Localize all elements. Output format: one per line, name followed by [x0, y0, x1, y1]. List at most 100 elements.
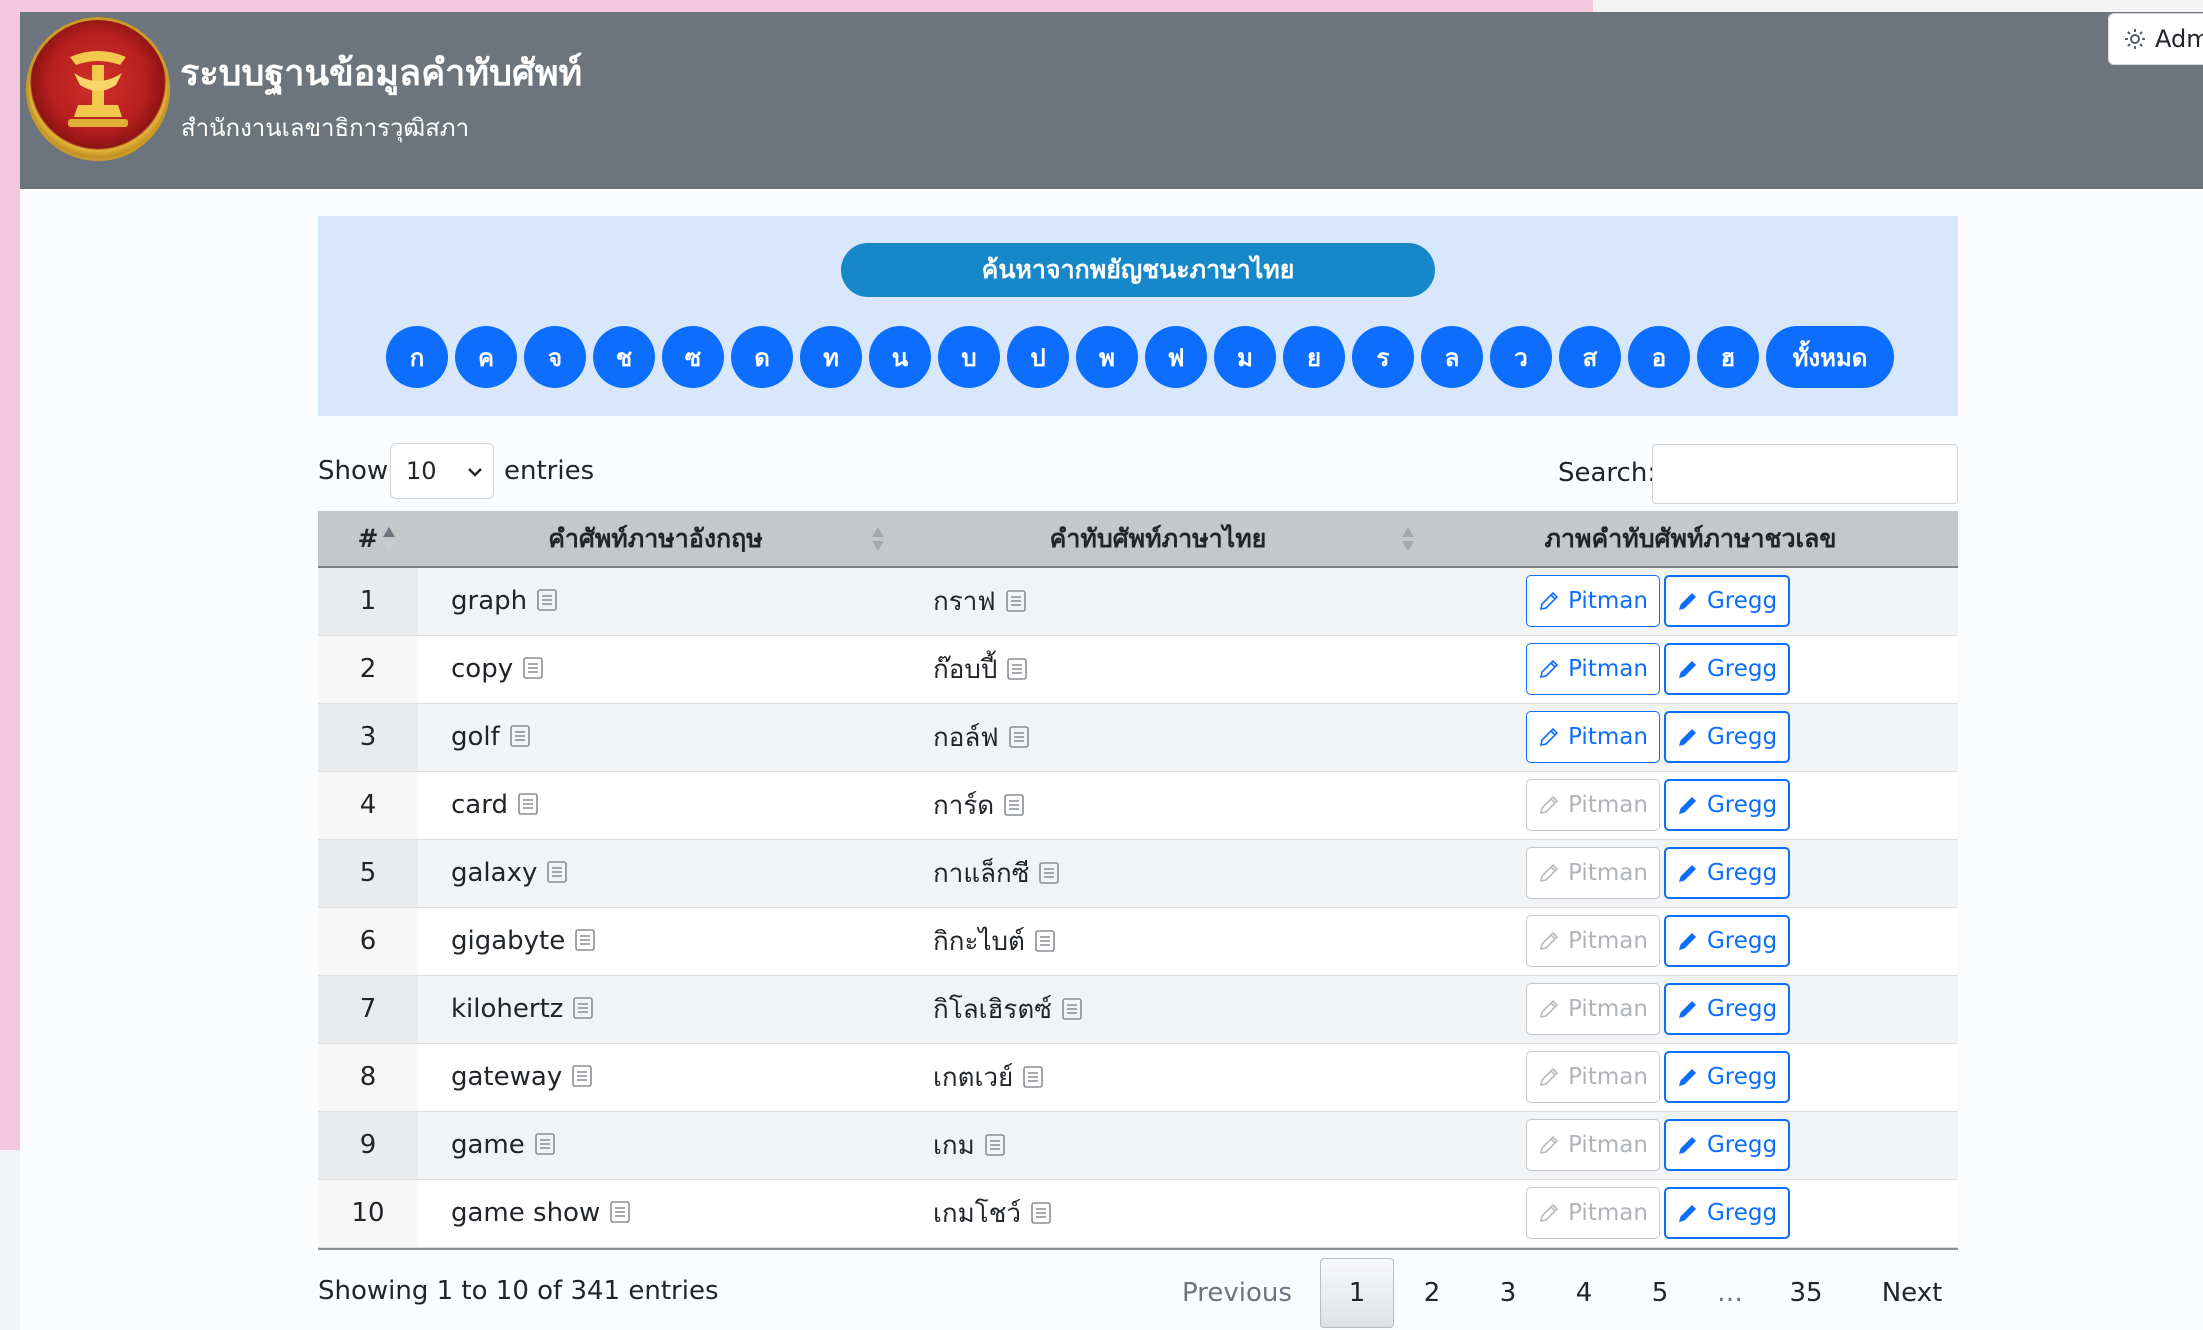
document-icon[interactable] [984, 1133, 1005, 1156]
document-icon[interactable] [1007, 657, 1028, 680]
letter-button[interactable]: ป [1007, 326, 1069, 388]
document-icon[interactable] [1004, 793, 1025, 816]
letter-button[interactable]: พ [1076, 326, 1138, 388]
document-icon[interactable] [523, 657, 543, 679]
page-button[interactable]: 4 [1546, 1258, 1622, 1328]
pencil-icon [1540, 727, 1559, 747]
page-button[interactable]: 1 [1320, 1257, 1394, 1328]
document-icon[interactable] [518, 793, 538, 815]
shorthand-actions: Pitman Gregg [1423, 703, 1958, 771]
gregg-button[interactable]: Gregg [1664, 1187, 1790, 1239]
document-icon[interactable] [1031, 1201, 1051, 1224]
document-icon[interactable] [1008, 725, 1029, 748]
page: ระบบฐานข้อมูลคำทับศัพท์ สำนักงานเลขาธิกา… [20, 12, 2203, 1330]
shorthand-actions: Pitman Gregg [1423, 635, 1958, 703]
letter-button[interactable]: ฮ [1697, 326, 1759, 388]
document-icon[interactable] [575, 929, 596, 951]
letter-button[interactable]: ม [1214, 326, 1276, 388]
document-icon[interactable] [1005, 589, 1026, 612]
letter-button[interactable]: ล [1421, 326, 1483, 388]
row-number: 8 [318, 1043, 418, 1111]
english-term: kilohertz [451, 994, 564, 1024]
page-length-value: 10 [406, 457, 437, 485]
document-icon[interactable] [509, 725, 530, 747]
shorthand-actions: Pitman Gregg [1423, 975, 1958, 1043]
letter-button[interactable]: ส [1559, 326, 1621, 388]
shorthand-actions: Pitman Gregg [1423, 1043, 1958, 1111]
page-button[interactable]: 3 [1470, 1258, 1546, 1328]
search-input[interactable] [1652, 444, 1958, 504]
letter-button[interactable]: ซ [662, 326, 724, 388]
admin-button[interactable]: Adm [2108, 13, 2203, 65]
thai-term-cell: เกม [893, 1111, 1423, 1179]
document-icon[interactable] [572, 1065, 593, 1087]
terms-table: # คำศัพท์ภาษาอังกฤษ คำทับศัพท์ภาษาไทย ภา… [318, 511, 1958, 1248]
letter-button-all[interactable]: ทั้งหมด [1766, 326, 1894, 388]
document-icon[interactable] [1039, 861, 1060, 884]
letter-button[interactable]: ย [1283, 326, 1345, 388]
gregg-button[interactable]: Gregg [1664, 983, 1790, 1035]
page-button[interactable]: 5 [1622, 1258, 1698, 1328]
letter-button[interactable]: ร [1352, 326, 1414, 388]
document-icon[interactable] [610, 1201, 631, 1223]
column-header-english[interactable]: คำศัพท์ภาษาอังกฤษ [418, 511, 893, 568]
pitman-button[interactable]: Pitman [1526, 643, 1660, 695]
pencil-fill-icon [1678, 865, 1696, 882]
column-header-thai[interactable]: คำทับศัพท์ภาษาไทย [893, 511, 1423, 568]
pencil-icon [1540, 863, 1559, 883]
page-button-last[interactable]: 35 [1762, 1258, 1850, 1328]
english-term: card [451, 790, 508, 820]
english-term: game [451, 1130, 525, 1160]
gear-icon [2125, 29, 2145, 49]
letter-button[interactable]: ด [731, 326, 793, 388]
gregg-button[interactable]: Gregg [1664, 1051, 1790, 1103]
english-term-cell: copy [418, 635, 893, 703]
letter-button[interactable]: ท [800, 326, 862, 388]
letter-button[interactable]: อ [1628, 326, 1690, 388]
thai-term: กาแล็กซี [933, 858, 1030, 889]
letter-button[interactable]: น [869, 326, 931, 388]
document-icon[interactable] [547, 861, 568, 883]
letter-button[interactable]: บ [938, 326, 1000, 388]
row-number: 3 [318, 703, 418, 771]
document-icon[interactable] [1035, 929, 1055, 952]
column-header-number[interactable]: # [318, 511, 418, 568]
table-row: 8 gateway เกตเวย์ Pitman Gregg [318, 1043, 1958, 1111]
pitman-button[interactable]: Pitman [1526, 575, 1660, 628]
letter-button[interactable]: ก [386, 326, 448, 388]
thai-term-cell: เกตเวย์ [893, 1043, 1423, 1111]
shorthand-actions: Pitman Gregg [1423, 907, 1958, 975]
document-icon[interactable] [573, 997, 594, 1019]
letter-button[interactable]: ค [455, 326, 517, 388]
gregg-button[interactable]: Gregg [1664, 711, 1790, 763]
pitman-button: Pitman [1526, 847, 1660, 899]
gregg-button[interactable]: Gregg [1664, 643, 1790, 695]
previous-page-button[interactable]: Previous [1162, 1258, 1312, 1328]
document-icon[interactable] [1062, 997, 1082, 1020]
letter-button[interactable]: ฟ [1145, 326, 1207, 388]
gregg-button[interactable]: Gregg [1664, 1119, 1790, 1171]
table-controls: Show 10 entries Search: [318, 416, 1958, 511]
page-button[interactable]: 2 [1394, 1258, 1470, 1328]
gregg-button[interactable]: Gregg [1664, 915, 1790, 967]
column-header-shorthand[interactable]: ภาพคำทับศัพท์ภาษาชวเลข [1423, 511, 1958, 568]
pitman-button[interactable]: Pitman [1526, 711, 1660, 763]
letter-button[interactable]: ว [1490, 326, 1552, 388]
gregg-button[interactable]: Gregg [1664, 847, 1790, 899]
next-page-button[interactable]: Next [1850, 1258, 1974, 1328]
letter-button[interactable]: ช [593, 326, 655, 388]
shorthand-actions: Pitman Gregg [1423, 567, 1958, 635]
gregg-button[interactable]: Gregg [1664, 779, 1790, 831]
page-length-select[interactable]: 10 [390, 443, 494, 499]
english-term-cell: card [418, 771, 893, 839]
document-icon[interactable] [534, 1133, 555, 1155]
table-header-row: # คำศัพท์ภาษาอังกฤษ คำทับศัพท์ภาษาไทย ภา… [318, 511, 1958, 568]
table-row: 4 card การ์ด Pitman Gregg [318, 771, 1958, 839]
gregg-button[interactable]: Gregg [1664, 575, 1790, 628]
thai-term-cell: ก๊อบปี้ [893, 635, 1423, 703]
english-term-cell: kilohertz [418, 975, 893, 1043]
letter-button[interactable]: จ [524, 326, 586, 388]
document-icon[interactable] [537, 589, 557, 612]
document-icon[interactable] [1023, 1065, 1044, 1088]
pitman-button: Pitman [1526, 983, 1660, 1035]
